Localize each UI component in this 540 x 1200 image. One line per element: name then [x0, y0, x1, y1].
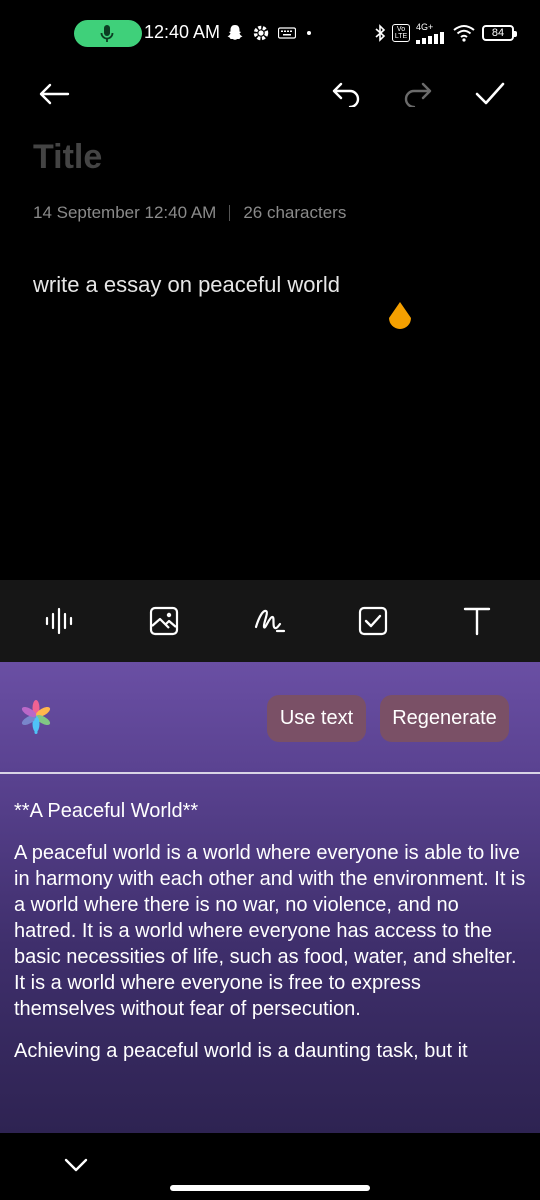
- checklist-button[interactable]: [353, 601, 393, 641]
- insert-image-button[interactable]: [144, 601, 184, 641]
- handwriting-button[interactable]: [250, 601, 290, 641]
- redo-icon: [404, 82, 432, 107]
- battery-level: 84: [491, 27, 505, 39]
- checklist-icon: [358, 606, 388, 636]
- mic-indicator: [74, 20, 142, 47]
- ai-writing-panel: Use text Regenerate **A Peaceful World**…: [0, 662, 540, 1133]
- chevron-down-icon: [64, 1158, 88, 1172]
- status-bar: 12:40 AM Vo LTE 4G+ 84: [0, 0, 540, 68]
- note-meta: 14 September 12:40 AM 26 characters: [33, 203, 346, 223]
- top-toolbar: [0, 68, 540, 118]
- wifi-icon: [453, 25, 475, 42]
- ai-panel-header: Use text Regenerate: [0, 662, 540, 772]
- use-text-button[interactable]: Use text: [267, 695, 366, 742]
- ai-paragraph: **A Peaceful World**: [14, 800, 199, 822]
- regenerate-button[interactable]: Regenerate: [380, 695, 509, 742]
- collapse-panel-button[interactable]: [58, 1151, 94, 1179]
- bottom-bar: [0, 1133, 540, 1200]
- snapchat-icon: [227, 25, 243, 40]
- home-indicator[interactable]: [170, 1185, 370, 1191]
- battery-icon: 84: [482, 25, 517, 41]
- text-format-button[interactable]: [457, 601, 497, 641]
- ai-panel-divider: [0, 772, 540, 774]
- audio-button[interactable]: [40, 601, 80, 641]
- check-icon: [475, 82, 505, 105]
- note-char-count: 26 characters: [243, 203, 347, 222]
- audio-icon: [45, 607, 73, 635]
- undo-button[interactable]: [326, 74, 366, 114]
- bluetooth-icon: [375, 24, 386, 42]
- dot-icon: [307, 31, 311, 35]
- status-time: 12:40 AM: [144, 22, 221, 42]
- handwriting-icon: [254, 609, 286, 633]
- ai-sparkle-logo-icon: [21, 700, 51, 734]
- settings-icon: [253, 25, 269, 41]
- text-format-icon: [463, 607, 491, 636]
- ai-generated-text: **A Peaceful World** A peaceful world is…: [14, 798, 526, 1080]
- back-button[interactable]: [34, 74, 74, 114]
- format-toolbar: [0, 580, 540, 662]
- mic-icon: [100, 25, 114, 42]
- note-body-input[interactable]: write a essay on peaceful world: [33, 272, 340, 298]
- ai-paragraph: Achieving a peaceful world is a daunting…: [14, 1040, 468, 1062]
- back-arrow-icon: [39, 83, 70, 105]
- note-date: 14 September 12:40 AM: [33, 203, 217, 222]
- meta-divider: [229, 205, 231, 221]
- save-button[interactable]: [470, 74, 510, 114]
- cursor-handle[interactable]: [386, 300, 414, 336]
- keyboard-icon: [278, 27, 296, 39]
- ai-paragraph: A peaceful world is a world where everyo…: [14, 842, 526, 1020]
- note-title-input[interactable]: Title: [33, 138, 102, 177]
- undo-icon: [332, 82, 360, 107]
- redo-button[interactable]: [398, 74, 438, 114]
- network-label: 4G+: [416, 21, 434, 32]
- signal-icon: [416, 31, 444, 44]
- image-icon: [149, 606, 179, 636]
- volte-badge: Vo LTE: [392, 24, 410, 42]
